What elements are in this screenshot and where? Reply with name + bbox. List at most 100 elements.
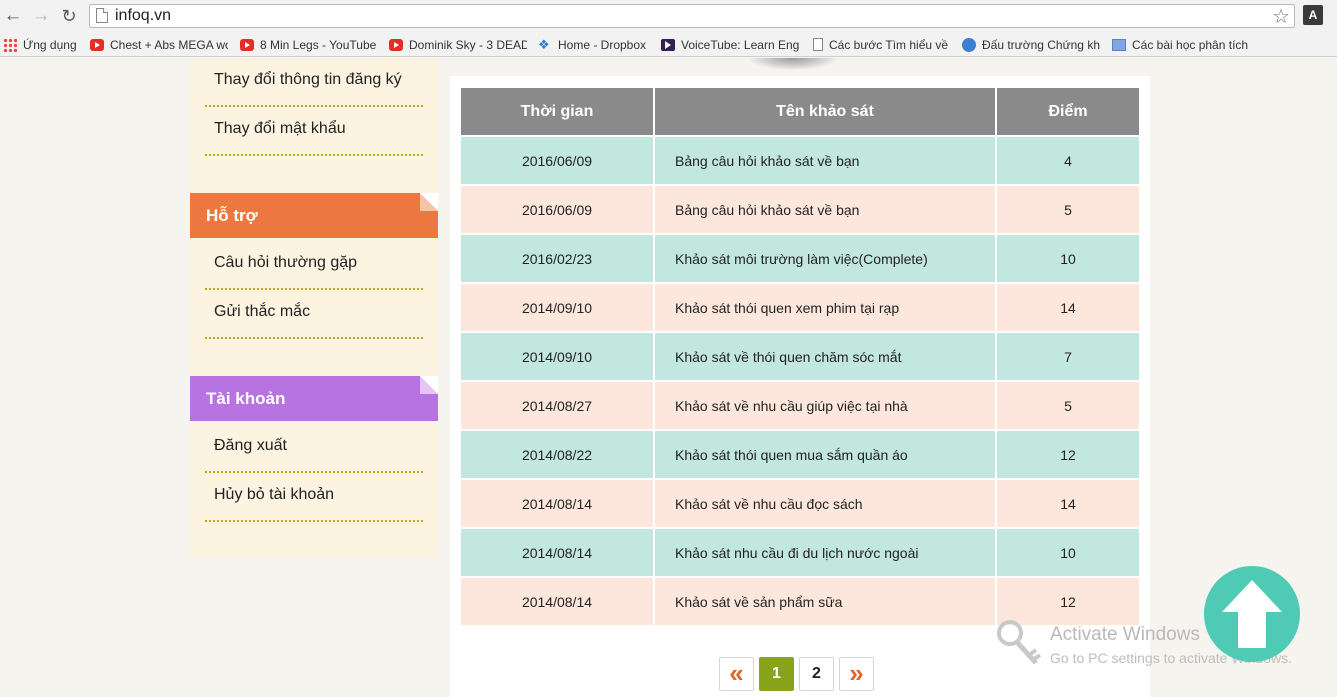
table-row: 2016/02/23 Khảo sát môi trường làm việc(C… xyxy=(459,233,1141,284)
bookmark-item[interactable]: VoiceTube: Learn Eng xyxy=(661,36,799,53)
chart-icon xyxy=(1112,38,1126,51)
browser-toolbar: ← → ↻ infoq.vn ☆ A xyxy=(0,0,1337,32)
youtube-icon xyxy=(389,38,403,51)
extension-icon[interactable]: A xyxy=(1303,5,1323,25)
cell-date: 2014/08/14 xyxy=(459,576,655,627)
cell-survey-name[interactable]: Khảo sát về thói quen chăm sóc mắt xyxy=(653,331,997,382)
table-row: 2014/08/27 Khảo sát về nhu cầu giúp việc … xyxy=(459,380,1141,431)
cell-date: 2014/08/14 xyxy=(459,527,655,578)
bookmark-label: 8 Min Legs - YouTube xyxy=(260,37,377,52)
apps-grid-icon xyxy=(3,37,17,52)
url-text[interactable]: infoq.vn xyxy=(115,7,171,25)
cell-score: 5 xyxy=(995,380,1141,431)
youtube-icon xyxy=(240,38,254,51)
bookmark-label: Các bài học phân tích xyxy=(1132,37,1249,52)
pagination-next-button[interactable]: » xyxy=(839,657,874,691)
pagination-page-1[interactable]: 1 xyxy=(759,657,794,691)
cell-date: 2014/08/27 xyxy=(459,380,655,431)
activation-title: Activate Windows xyxy=(1050,624,1200,645)
sidebar-item-logout[interactable]: Đăng xuất xyxy=(205,424,423,473)
sidebar-item-change-password[interactable]: Thay đổi mật khẩu xyxy=(205,107,423,156)
column-header-score[interactable]: Điểm xyxy=(995,86,1141,137)
sidebar-item-send-question[interactable]: Gửi thắc mắc xyxy=(205,290,423,339)
reload-icon[interactable]: ↻ xyxy=(58,5,80,27)
table-row: 2014/08/14 Khảo sát về nhu cầu đọc sách 14 xyxy=(459,478,1141,529)
section-title: Hỗ trợ xyxy=(206,206,258,225)
cell-survey-name[interactable]: Bảng câu hỏi khảo sát về bạn xyxy=(653,184,997,235)
cell-score: 10 xyxy=(995,527,1141,578)
bookmark-label: Home - Dropbox xyxy=(558,37,647,52)
sidebar-item-update-registration[interactable]: Thay đổi thông tin đăng ký xyxy=(205,58,423,107)
key-icon xyxy=(997,620,1042,665)
cell-score: 10 xyxy=(995,233,1141,284)
page-icon xyxy=(96,8,108,23)
back-arrow-icon[interactable]: ← xyxy=(2,5,24,27)
section-header-support: Hỗ trợ xyxy=(190,193,438,238)
decorative-shadow xyxy=(748,58,838,70)
table-header-row: Thời gian Tên khảo sát Điểm xyxy=(459,86,1141,137)
cell-score: 4 xyxy=(995,135,1141,186)
cell-score: 5 xyxy=(995,184,1141,235)
cell-survey-name[interactable]: Khảo sát thói quen mua sắm quần áo xyxy=(653,429,997,480)
bookmark-label: Dominik Sky - 3 DEAD xyxy=(409,37,527,52)
bookmark-label: Đấu trường Chứng kh xyxy=(982,37,1100,52)
dropbox-icon: ❖ xyxy=(538,36,550,52)
column-header-date[interactable]: Thời gian xyxy=(459,86,655,137)
cell-score: 12 xyxy=(995,429,1141,480)
column-header-survey-name[interactable]: Tên khảo sát xyxy=(653,86,997,137)
youtube-icon xyxy=(90,38,104,51)
table-row: 2014/08/14 Khảo sát nhu cầu đi du lịch nư… xyxy=(459,527,1141,578)
table-row: 2014/09/10 Khảo sát về thói quen chăm sóc… xyxy=(459,331,1141,382)
cell-score: 14 xyxy=(995,478,1141,529)
up-arrow-icon xyxy=(1222,580,1282,648)
bookmark-item[interactable]: Dominik Sky - 3 DEAD xyxy=(389,36,527,53)
bookmark-item[interactable]: Đấu trường Chứng kh xyxy=(962,36,1100,53)
table-row: 2014/08/22 Khảo sát thói quen mua sắm quầ… xyxy=(459,429,1141,480)
cell-date: 2014/09/10 xyxy=(459,331,655,382)
voicetube-icon xyxy=(661,38,675,51)
bookmark-label: Chest + Abs MEGA wo xyxy=(110,37,228,52)
folded-corner-icon xyxy=(420,193,438,211)
table-row: 2014/09/10 Khảo sát thói quen xem phim tạ… xyxy=(459,282,1141,333)
cell-date: 2016/06/09 xyxy=(459,135,655,186)
cell-score: 14 xyxy=(995,282,1141,333)
cell-survey-name[interactable]: Khảo sát nhu cầu đi du lịch nước ngoài xyxy=(653,527,997,578)
bookmark-item[interactable]: 8 Min Legs - YouTube xyxy=(240,36,380,53)
scroll-to-top-button[interactable] xyxy=(1204,566,1300,662)
survey-table: Thời gian Tên khảo sát Điểm 2016/06/09 Bả… xyxy=(459,86,1141,627)
cell-date: 2016/06/09 xyxy=(459,184,655,235)
bookmark-item[interactable]: Các bài học phân tích xyxy=(1112,36,1252,53)
bookmark-item[interactable]: ❖ Home - Dropbox xyxy=(538,36,653,53)
folded-corner-icon xyxy=(420,376,438,394)
sidebar-item-delete-account[interactable]: Hủy bỏ tài khoản xyxy=(205,473,423,522)
bookmarks-bar: Ứng dụng Chest + Abs MEGA wo 8 Min Legs … xyxy=(0,32,1337,57)
section-title: Tài khoản xyxy=(206,389,286,408)
cell-survey-name[interactable]: Khảo sát về nhu cầu giúp việc tại nhà xyxy=(653,380,997,431)
sidebar: Thay đổi thông tin đăng ký Thay đổi mật … xyxy=(190,58,438,558)
bookmark-apps[interactable]: Ứng dụng xyxy=(3,36,83,53)
table-row: 2016/06/09 Bảng câu hỏi khảo sát về bạn 4 xyxy=(459,135,1141,186)
bookmark-label: Ứng dụng xyxy=(23,37,77,52)
sidebar-item-faq[interactable]: Câu hỏi thường gặp xyxy=(205,241,423,290)
bookmark-label: Các bước Tìm hiểu về xyxy=(829,37,949,52)
address-bar[interactable]: infoq.vn ☆ xyxy=(89,4,1295,28)
cell-survey-name[interactable]: Khảo sát về sản phẩm sữa xyxy=(653,576,997,627)
cell-survey-name[interactable]: Khảo sát môi trường làm việc(Complete) xyxy=(653,233,997,284)
bookmark-item[interactable]: Các bước Tìm hiểu về xyxy=(813,36,949,53)
pagination-page-2[interactable]: 2 xyxy=(799,657,834,691)
pagination-prev-button[interactable]: « xyxy=(719,657,754,691)
cell-score: 7 xyxy=(995,331,1141,382)
document-icon xyxy=(813,38,823,51)
bookmark-star-icon[interactable]: ☆ xyxy=(1272,4,1290,29)
globe-icon xyxy=(962,37,976,52)
bookmark-item[interactable]: Chest + Abs MEGA wo xyxy=(90,36,228,53)
table-row: 2016/06/09 Bảng câu hỏi khảo sát về bạn 5 xyxy=(459,184,1141,235)
section-header-account: Tài khoản xyxy=(190,376,438,421)
bookmark-label: VoiceTube: Learn Eng xyxy=(681,37,799,52)
cell-date: 2016/02/23 xyxy=(459,233,655,284)
cell-date: 2014/08/14 xyxy=(459,478,655,529)
cell-survey-name[interactable]: Khảo sát về nhu cầu đọc sách xyxy=(653,478,997,529)
cell-survey-name[interactable]: Bảng câu hỏi khảo sát về bạn xyxy=(653,135,997,186)
forward-arrow-icon[interactable]: → xyxy=(30,5,52,27)
cell-survey-name[interactable]: Khảo sát thói quen xem phim tại rạp xyxy=(653,282,997,333)
